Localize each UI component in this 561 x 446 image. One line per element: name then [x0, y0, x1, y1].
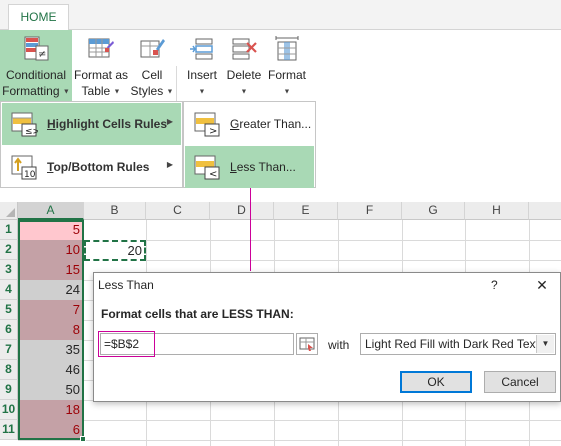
- cell-styles-icon: [140, 39, 165, 58]
- less-than-dialog: Less Than ? ✕ Format cells that are LESS…: [93, 272, 561, 402]
- gridline: [18, 420, 561, 421]
- format-as-table-label-1: Format as: [73, 68, 128, 82]
- row-header-4[interactable]: 4: [0, 280, 18, 300]
- close-icon[interactable]: ✕: [531, 275, 553, 295]
- svg-text:≠: ≠: [38, 49, 46, 60]
- format-as-table-label-2: Table: [81, 84, 111, 98]
- gridline: [18, 440, 561, 441]
- delete-button[interactable]: Delete ▼: [223, 30, 265, 102]
- column-header-h[interactable]: H: [465, 202, 529, 220]
- format-style-value: Light Red Fill with Dark Red Text: [365, 337, 539, 351]
- menu-item-highlight-cells-rules[interactable]: ≤> Highlight Cells Rules ▶: [2, 103, 181, 145]
- row-header-8[interactable]: 8: [0, 360, 18, 380]
- greater-than-icon: >: [194, 112, 220, 137]
- format-as-table-icon: [88, 38, 114, 58]
- column-header-b[interactable]: B: [84, 202, 146, 220]
- svg-text:>: >: [209, 126, 217, 137]
- format-label: Format: [267, 68, 306, 82]
- column-header-g[interactable]: G: [402, 202, 465, 220]
- insert-cells-icon: [190, 38, 213, 60]
- row-header-2[interactable]: 2: [0, 240, 18, 260]
- highlight-cells-rules-label: Highlight Cells Rules: [47, 117, 168, 131]
- delete-label: Delete: [226, 68, 262, 82]
- fill-handle[interactable]: [80, 436, 86, 442]
- cell-b2-marquee[interactable]: 20: [84, 240, 146, 261]
- collapse-dialog-icon: [299, 337, 315, 351]
- insert-label: Insert: [186, 68, 217, 82]
- select-all-corner[interactable]: [0, 202, 18, 220]
- select-all-triangle-icon: [6, 208, 15, 217]
- dialog-prompt: Format cells that are LESS THAN:: [101, 307, 294, 321]
- format-cells-icon: [275, 36, 299, 61]
- chevron-down-icon: ▼: [166, 88, 174, 96]
- chevron-down-icon: ▼: [283, 88, 291, 96]
- column-header-e[interactable]: E: [274, 202, 338, 220]
- less-than-label: Less Than...: [230, 160, 296, 174]
- delete-cells-icon: [232, 38, 257, 60]
- menu-item-less-than[interactable]: < Less Than...: [185, 146, 314, 188]
- ok-button[interactable]: OK: [400, 371, 472, 393]
- help-icon[interactable]: ?: [491, 278, 498, 292]
- chevron-down-icon: ▼: [113, 88, 121, 96]
- row-header-5[interactable]: 5: [0, 300, 18, 320]
- conditional-formatting-button[interactable]: ≠ Conditional Formatting ▼: [0, 30, 72, 102]
- column-header-a[interactable]: A: [18, 202, 84, 220]
- svg-text:10: 10: [24, 170, 36, 180]
- column-header-overflow: [529, 202, 561, 220]
- menu-item-greater-than[interactable]: > Greater Than...: [185, 103, 314, 145]
- column-header-c[interactable]: C: [146, 202, 210, 220]
- chevron-down-icon: ▼: [198, 88, 206, 96]
- conditional-formatting-icon: ≠: [24, 36, 49, 61]
- conditional-formatting-label-1: Conditional: [5, 68, 67, 82]
- chevron-down-icon[interactable]: ▼: [536, 335, 554, 353]
- cell-styles-button[interactable]: Cell Styles ▼: [129, 30, 175, 102]
- row-header-7[interactable]: 7: [0, 340, 18, 360]
- format-as-table-button[interactable]: Format as Table ▼: [73, 30, 129, 102]
- svg-text:≤>: ≤>: [25, 127, 38, 137]
- row-header-6[interactable]: 6: [0, 320, 18, 340]
- highlight-cells-submenu: > Greater Than... < Less Than...: [183, 101, 316, 188]
- ribbon-styles-cells-groups: ≠ Conditional Formatting ▼ Format as Tab…: [0, 30, 316, 128]
- conditional-formatting-label-2: Formatting: [2, 84, 60, 98]
- row-header-3[interactable]: 3: [0, 260, 18, 280]
- column-header-f[interactable]: F: [338, 202, 402, 220]
- format-style-select[interactable]: Light Red Fill with Dark Red Text ▼: [360, 333, 556, 355]
- conditional-formatting-menu: ≤> Highlight Cells Rules ▶ 10 Top/Bottom…: [0, 101, 183, 188]
- dialog-title: Less Than: [98, 278, 154, 292]
- chevron-down-icon: ▼: [62, 88, 70, 96]
- row-header-9[interactable]: 9: [0, 380, 18, 400]
- threshold-input[interactable]: [100, 333, 294, 355]
- chevron-right-icon: ▶: [166, 160, 173, 169]
- row-header-11[interactable]: 11: [0, 420, 18, 440]
- highlight-cells-icon: ≤>: [11, 112, 38, 137]
- selection-border: [18, 220, 84, 440]
- menu-item-top-bottom-rules[interactable]: 10 Top/Bottom Rules ▶: [2, 146, 181, 188]
- ribbon-tab-bar: HOME: [0, 0, 561, 31]
- top-bottom-icon: 10: [11, 155, 37, 180]
- range-selector-button[interactable]: [296, 333, 318, 355]
- top-bottom-rules-label: Top/Bottom Rules: [47, 160, 150, 174]
- with-label: with: [328, 338, 350, 352]
- less-than-icon: <: [194, 155, 220, 180]
- greater-than-label: Greater Than...: [230, 117, 312, 131]
- cancel-button[interactable]: Cancel: [484, 371, 556, 393]
- chevron-down-icon: ▼: [240, 88, 248, 96]
- row-header-10[interactable]: 10: [0, 400, 18, 420]
- cell-styles-label-2: Styles: [130, 84, 164, 98]
- column-header-d[interactable]: D: [210, 202, 274, 220]
- format-button[interactable]: Format ▼: [265, 30, 309, 102]
- svg-text:<: <: [209, 169, 217, 180]
- row-header-1[interactable]: 1: [0, 220, 18, 240]
- chevron-right-icon: ▶: [166, 117, 173, 126]
- tab-home[interactable]: HOME: [8, 4, 69, 31]
- annotation-line: [250, 188, 251, 271]
- insert-button[interactable]: Insert ▼: [181, 30, 223, 102]
- cell-styles-label-1: Cell: [141, 68, 163, 82]
